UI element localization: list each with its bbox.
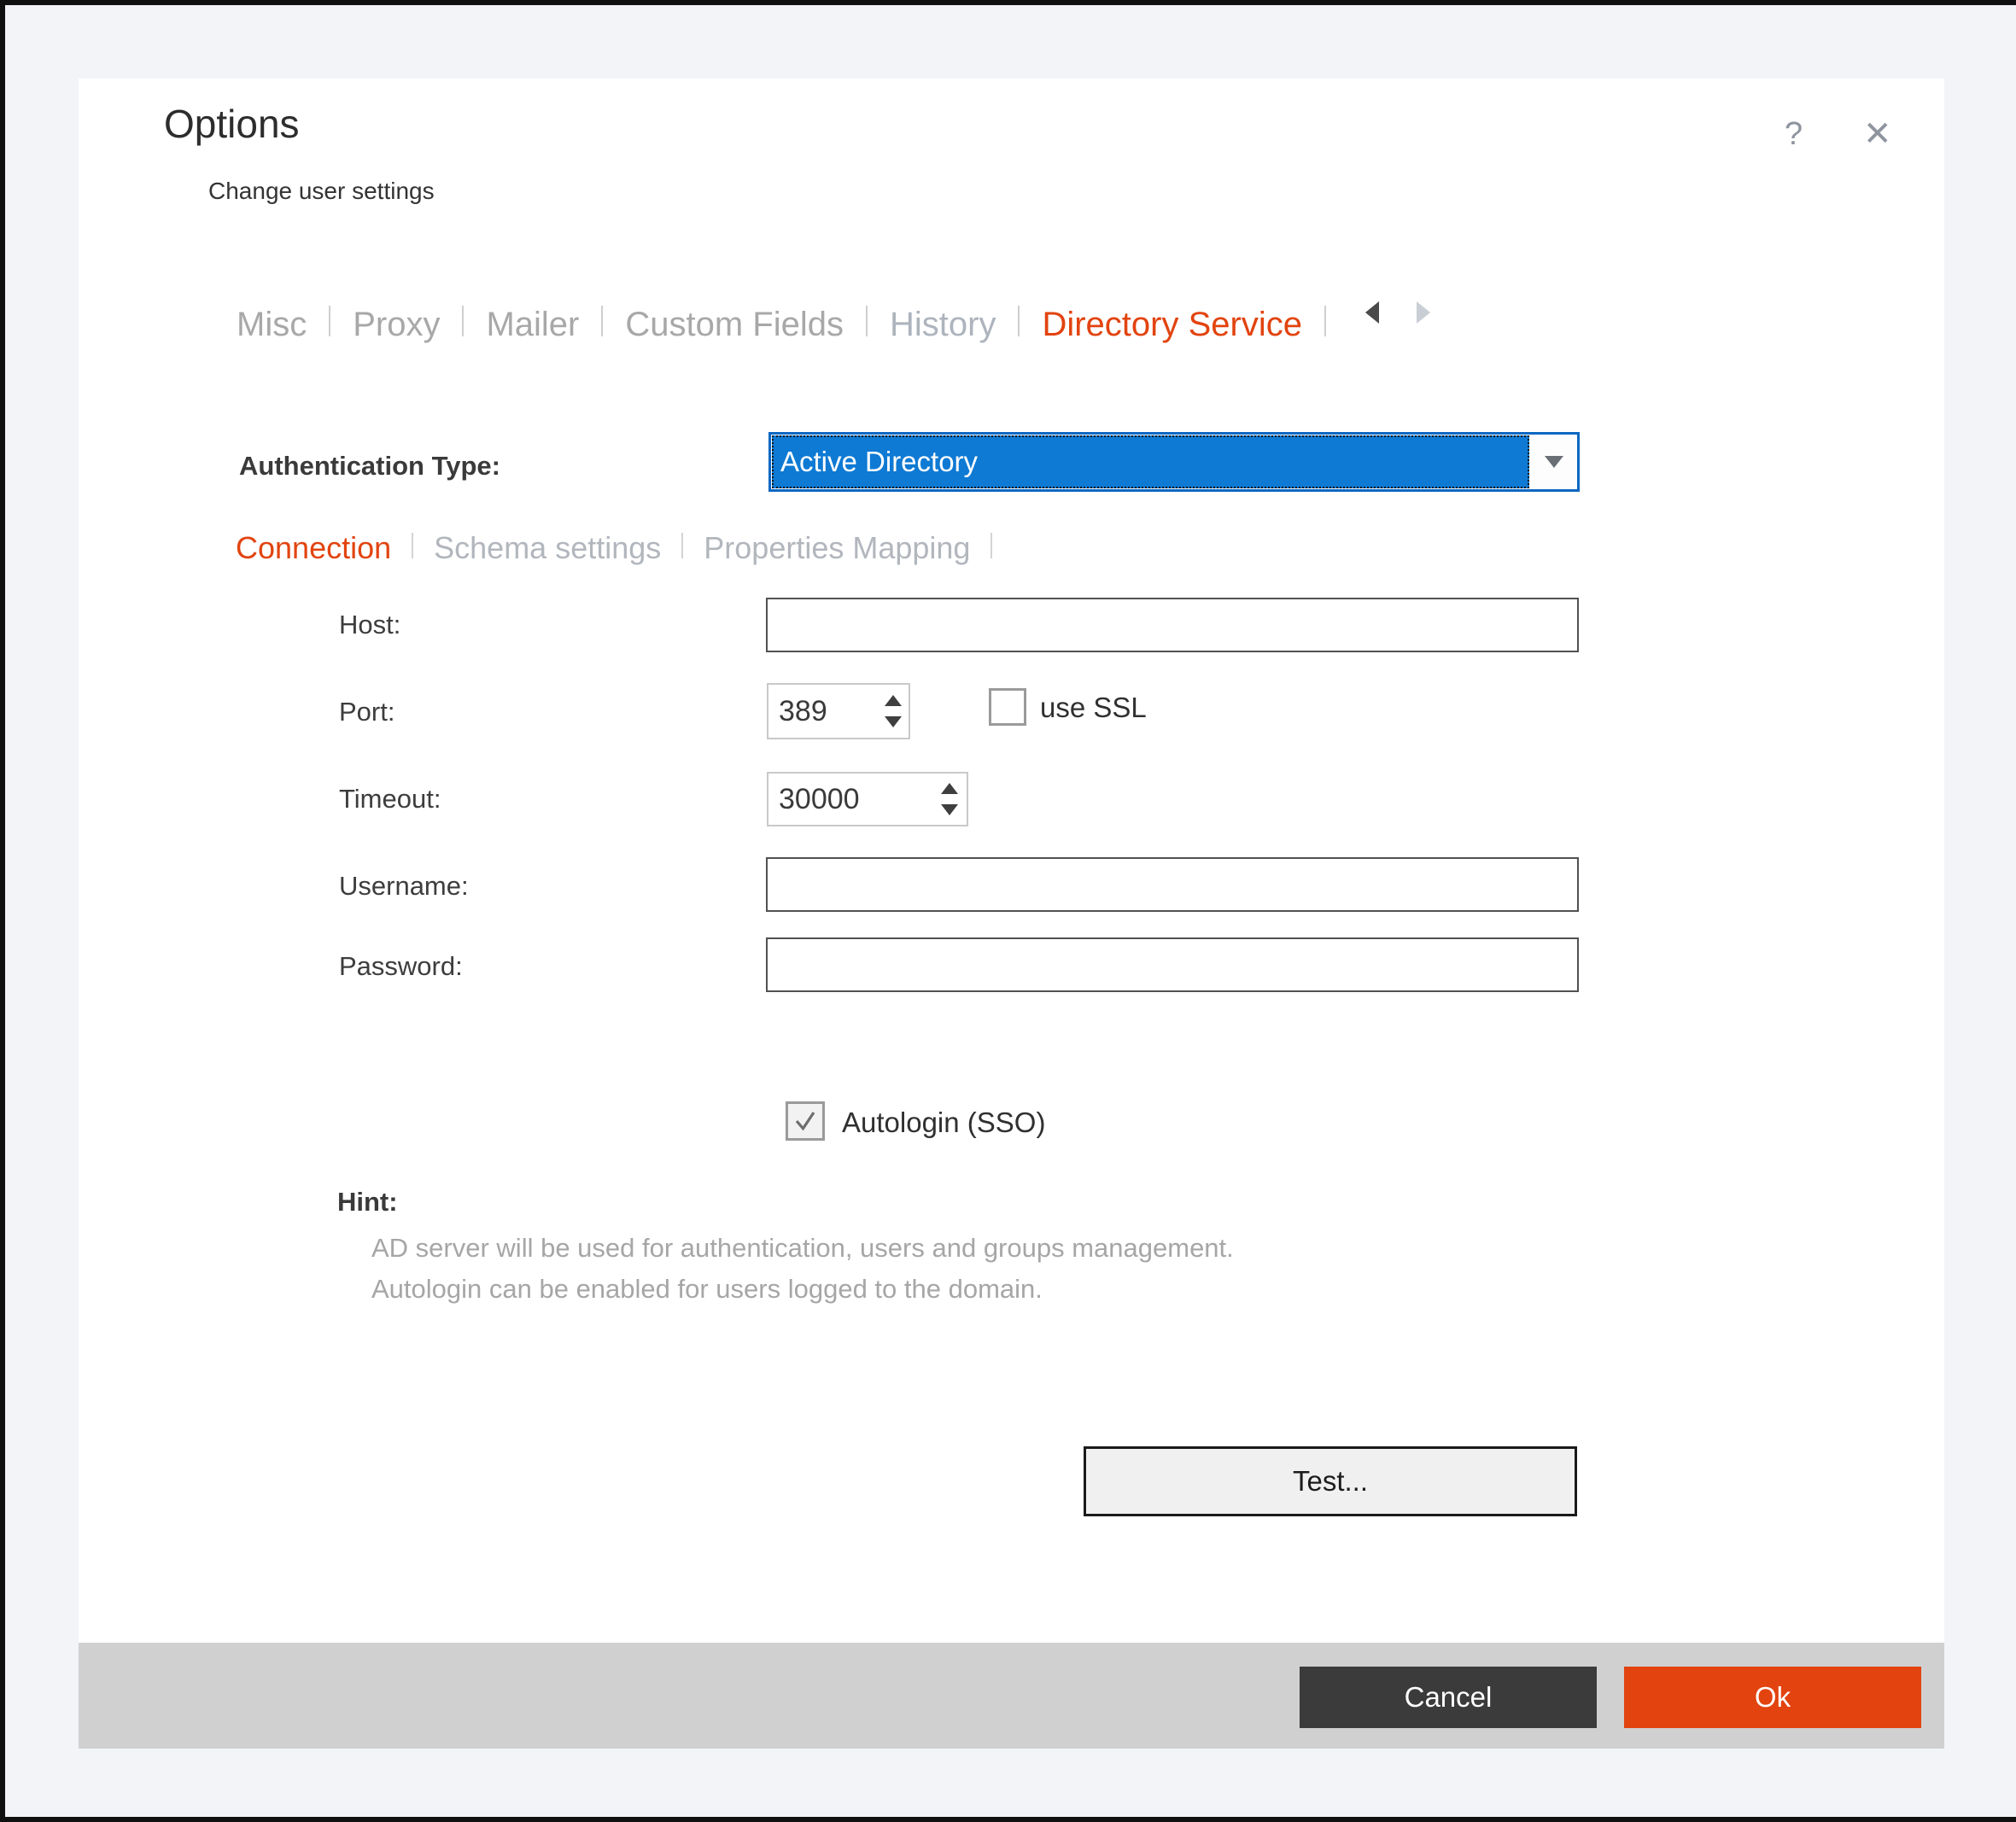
password-input[interactable]: [766, 937, 1579, 992]
authentication-type-label: Authentication Type:: [239, 451, 500, 482]
hint-line-1: AD server will be used for authenticatio…: [371, 1233, 1234, 1264]
help-icon[interactable]: ?: [1785, 116, 1803, 153]
dropdown-button[interactable]: [1531, 435, 1577, 489]
tab-custom-fields[interactable]: Custom Fields: [603, 306, 866, 344]
password-label: Password:: [339, 951, 463, 982]
host-label: Host:: [339, 610, 400, 640]
tab-separator: [1018, 306, 1020, 336]
tab-separator: [329, 306, 330, 336]
timeout-label: Timeout:: [339, 784, 441, 815]
timeout-spinner-buttons[interactable]: [932, 774, 967, 825]
dialog-title: Options: [164, 101, 300, 147]
tab-scroll-right-icon[interactable]: [1417, 301, 1430, 324]
spinner-down-icon[interactable]: [941, 804, 958, 815]
timeout-input[interactable]: [768, 774, 932, 825]
hint-line-2: Autologin can be enabled for users logge…: [371, 1274, 1043, 1305]
ok-button[interactable]: Ok: [1624, 1667, 1921, 1728]
tab-separator: [866, 306, 868, 336]
use-ssl-checkbox[interactable]: [989, 688, 1026, 726]
dialog-subtitle: Change user settings: [208, 178, 435, 205]
tab-history[interactable]: History: [868, 306, 1018, 344]
spinner-up-icon[interactable]: [941, 783, 958, 794]
dropdown-focus-ring: Active Directory: [772, 435, 1529, 488]
subtab-schema-settings[interactable]: Schema settings: [413, 530, 681, 566]
spinner-up-icon[interactable]: [885, 695, 902, 706]
dropdown-selected-value: Active Directory: [772, 435, 1529, 488]
tab-directory-service[interactable]: Directory Service: [1020, 306, 1324, 344]
username-label: Username:: [339, 871, 469, 902]
tab-separator: [1324, 306, 1326, 336]
dialog-footer: Cancel Ok: [79, 1643, 1944, 1749]
autologin-label: Autologin (SSO): [842, 1107, 1045, 1139]
port-spinbox: [767, 683, 910, 739]
tab-separator: [462, 306, 464, 336]
spinner-down-icon[interactable]: [885, 716, 902, 727]
subtab-separator: [412, 533, 413, 558]
tab-proxy[interactable]: Proxy: [330, 306, 462, 344]
close-icon[interactable]: ✕: [1863, 114, 1892, 154]
tab-scroll-left-icon[interactable]: [1365, 301, 1379, 324]
tab-separator: [601, 306, 603, 336]
chevron-down-icon: [1545, 456, 1563, 468]
subtab-separator: [990, 533, 992, 558]
port-spinner-buttons[interactable]: [878, 685, 909, 738]
tab-strip: Misc Proxy Mailer Custom Fields History …: [237, 297, 1430, 352]
subtab-separator: [681, 533, 683, 558]
tab-mailer[interactable]: Mailer: [464, 306, 601, 344]
test-button[interactable]: Test...: [1084, 1446, 1577, 1516]
hint-heading: Hint:: [337, 1187, 398, 1218]
autologin-checkbox[interactable]: [786, 1101, 825, 1141]
username-input[interactable]: [766, 857, 1579, 912]
timeout-spinbox: [767, 772, 968, 826]
host-input[interactable]: [766, 598, 1579, 652]
tab-misc[interactable]: Misc: [237, 306, 329, 344]
port-input[interactable]: [768, 685, 878, 738]
subtab-properties-mapping[interactable]: Properties Mapping: [683, 530, 990, 566]
use-ssl-label: use SSL: [1040, 692, 1147, 724]
subtab-strip: Connection Schema settings Properties Ma…: [236, 526, 992, 570]
port-label: Port:: [339, 697, 394, 727]
check-icon: [792, 1108, 818, 1134]
options-dialog: Options Change user settings ? ✕ Misc Pr…: [79, 79, 1944, 1749]
tab-scroll-arrows: [1365, 301, 1430, 324]
authentication-type-dropdown[interactable]: Active Directory: [768, 432, 1580, 492]
cancel-button[interactable]: Cancel: [1300, 1667, 1597, 1728]
subtab-connection[interactable]: Connection: [236, 530, 412, 566]
